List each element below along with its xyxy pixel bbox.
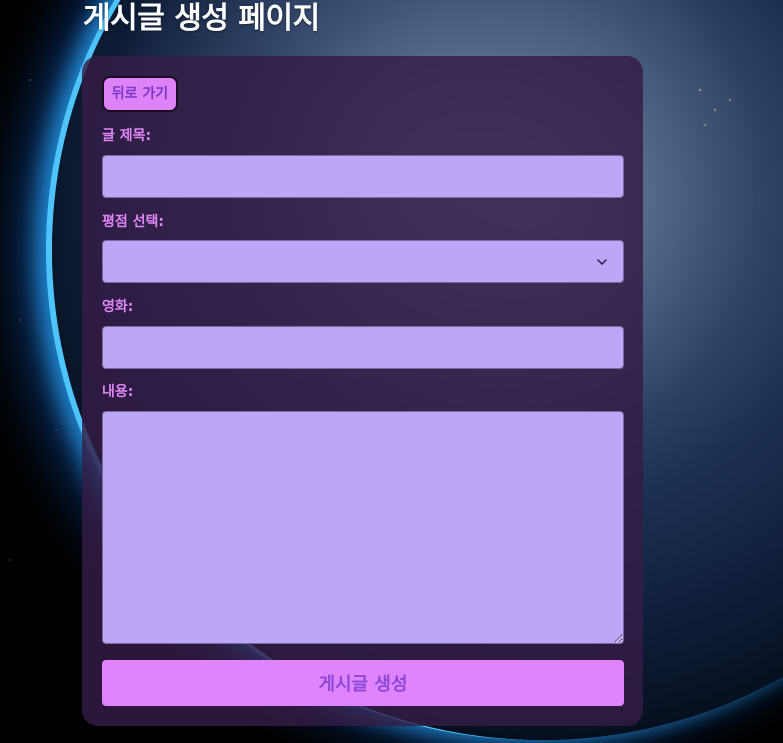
- content-textarea[interactable]: [102, 411, 624, 644]
- movie-label: 영화:: [102, 299, 134, 315]
- rating-select[interactable]: [102, 240, 624, 283]
- movie-input[interactable]: [102, 326, 624, 369]
- post-form-card: 뒤로 가기 글 제목: 평점 선택: 영화: 내용: 게시글 생성: [82, 56, 643, 726]
- title-input[interactable]: [102, 155, 624, 198]
- title-label: 글 제목:: [102, 128, 152, 144]
- page-title: 게시글 생성 페이지: [83, 1, 320, 36]
- city-lights: [690, 80, 750, 140]
- back-button[interactable]: 뒤로 가기: [102, 76, 178, 112]
- content-label: 내용:: [102, 384, 134, 400]
- create-post-button[interactable]: 게시글 생성: [102, 660, 624, 706]
- rating-label: 평점 선택:: [102, 214, 164, 230]
